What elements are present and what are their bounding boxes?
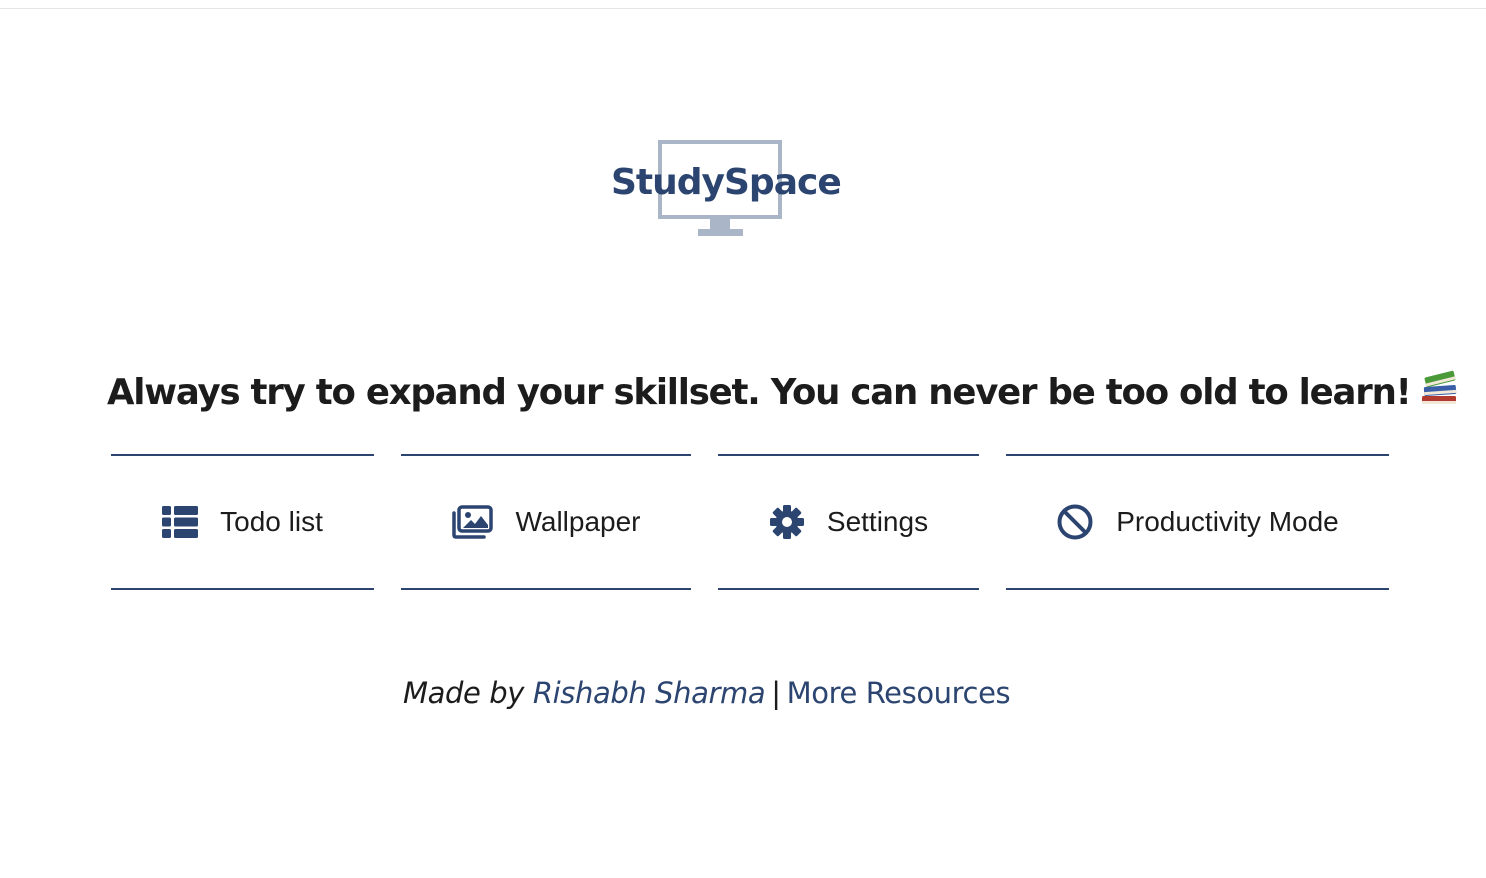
motivational-quote: Always try to expand your skillset. You … [107, 368, 1456, 417]
studyspace-logo: StudySpace [606, 138, 842, 240]
settings-label: Settings [826, 506, 929, 537]
footer: Made by Rishabh Sharma | More Resources [403, 676, 1011, 710]
images-icon [451, 505, 494, 539]
settings-button[interactable]: Settings [718, 454, 979, 590]
more-resources-link[interactable]: More Resources [787, 676, 1011, 710]
footer-separator: | [771, 676, 781, 710]
wallpaper-button[interactable]: Wallpaper [401, 454, 691, 590]
top-divider [0, 0, 1486, 9]
productivity-mode-label: Productivity Mode [1116, 506, 1339, 537]
list-icon [162, 506, 199, 538]
todo-list-button[interactable]: Todo list [111, 454, 374, 590]
todo-list-label: Todo list [220, 506, 323, 537]
made-by-text: Made by [403, 676, 525, 710]
books-icon [1419, 368, 1459, 417]
wallpaper-label: Wallpaper [515, 506, 641, 537]
ban-icon [1056, 503, 1094, 541]
productivity-mode-button[interactable]: Productivity Mode [1006, 454, 1389, 590]
quote-text: Always try to expand your skillset. You … [107, 372, 1412, 413]
gear-icon [769, 504, 805, 540]
author-link[interactable]: Rishabh Sharma [533, 676, 766, 710]
logo-text: StudySpace [611, 162, 842, 203]
